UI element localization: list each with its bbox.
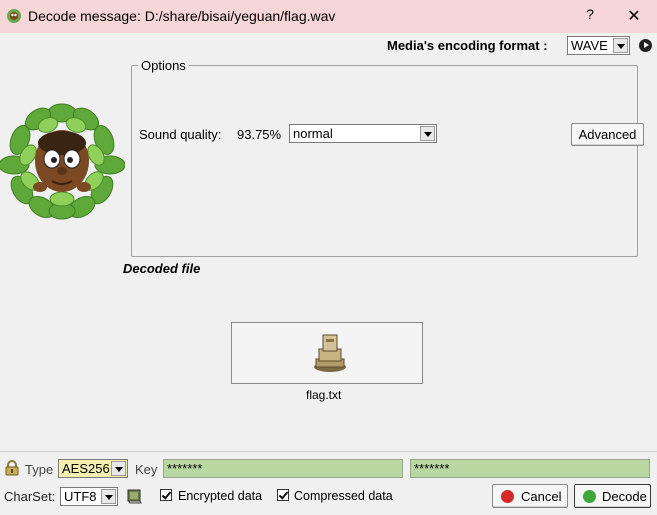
decode-label: Decode <box>602 489 647 504</box>
options-group <box>131 65 638 257</box>
app-icon <box>7 9 21 23</box>
cancel-icon <box>501 490 514 503</box>
compressed-data-checkbox[interactable] <box>277 489 289 501</box>
cancel-label: Cancel <box>521 489 562 504</box>
encoding-format-label: Media's encoding format : <box>387 38 548 53</box>
package-icon <box>314 334 346 372</box>
chevron-down-icon <box>420 126 435 141</box>
key-confirm-input[interactable]: ******* <box>410 459 650 478</box>
decode-button[interactable]: Decode <box>574 484 651 508</box>
sound-quality-label: Sound quality: <box>139 127 222 142</box>
chevron-down-icon <box>111 461 126 476</box>
sound-quality-selected: normal <box>293 126 333 141</box>
chevron-down-icon <box>613 38 628 53</box>
charset-label: CharSet: <box>4 489 56 504</box>
decode-icon <box>583 490 596 503</box>
decoded-file-title: Decoded file <box>123 261 201 276</box>
window-title: Decode message: D:/share/bisai/yeguan/fl… <box>28 8 336 24</box>
separator <box>0 451 657 452</box>
cancel-button[interactable]: Cancel <box>492 484 568 508</box>
sound-quality-select[interactable]: normal <box>289 124 437 143</box>
encrypted-data-checkbox[interactable] <box>160 489 172 501</box>
mascot-logo <box>0 103 125 220</box>
encoding-format-value: WAVE <box>571 38 608 53</box>
key-input[interactable]: ******* <box>163 459 403 478</box>
charset-value: UTF8 <box>64 489 97 504</box>
book-icon[interactable] <box>126 487 143 504</box>
sound-quality-value: 93.75% <box>237 127 282 142</box>
encryption-type-select[interactable]: AES256 <box>58 459 128 478</box>
encryption-type-value: AES256 <box>62 461 110 476</box>
chevron-down-icon <box>101 489 116 504</box>
encoding-format-select[interactable]: WAVE <box>567 36 630 55</box>
key-label: Key <box>135 462 158 477</box>
options-legend: Options <box>138 58 189 73</box>
encrypted-data-label: Encrypted data <box>178 489 263 503</box>
type-label: Type <box>25 462 54 477</box>
compressed-data-label: Compressed data <box>294 489 393 503</box>
close-button[interactable]: ✕ <box>624 6 644 26</box>
title-bar: Decode message: D:/share/bisai/yeguan/fl… <box>0 0 657 33</box>
lock-icon <box>5 460 19 476</box>
charset-select[interactable]: UTF8 <box>60 487 118 506</box>
play-icon[interactable] <box>639 39 652 52</box>
advanced-button[interactable]: Advanced <box>571 123 644 146</box>
decoded-file-name: flag.txt <box>306 388 342 402</box>
help-button[interactable]: ? <box>582 6 598 26</box>
